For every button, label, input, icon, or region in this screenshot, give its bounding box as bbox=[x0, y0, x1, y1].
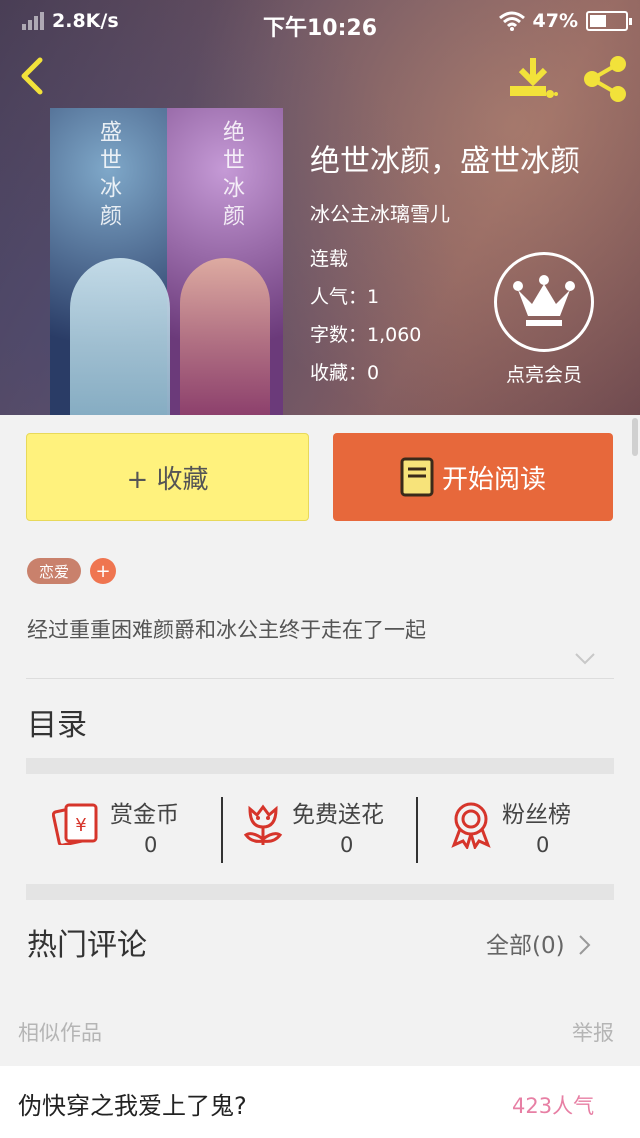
scrollbar[interactable] bbox=[632, 418, 638, 456]
book-header: 2.8K/s 下午10:26 47% 盛世冰颜 绝世冰颜 绝世冰颜，盛世冰颜 冰… bbox=[0, 0, 640, 415]
author-name[interactable]: 冰公主冰璃雪儿 bbox=[310, 198, 450, 227]
battery-percent: 47% bbox=[532, 10, 578, 32]
word-count: 字数：1,060 bbox=[310, 324, 422, 346]
stat-value: 0 bbox=[536, 833, 550, 857]
hot-comments-title: 热门评论 bbox=[27, 928, 147, 963]
wifi-icon bbox=[498, 11, 525, 31]
stat-name: 免费送花 bbox=[292, 802, 384, 828]
genre-tag[interactable]: 恋爱 bbox=[27, 558, 81, 584]
table-of-contents[interactable]: 目录 bbox=[27, 700, 87, 744]
download-icon[interactable] bbox=[508, 56, 558, 100]
divider bbox=[416, 797, 418, 863]
stat-value: 0 bbox=[340, 833, 354, 857]
share-icon[interactable] bbox=[580, 54, 630, 104]
favorite-count: 收藏：0 bbox=[310, 362, 380, 384]
divider bbox=[221, 797, 223, 863]
all-comments-link[interactable]: 全部(0) bbox=[486, 926, 592, 960]
send-flowers[interactable]: 免费送花 0 bbox=[240, 795, 415, 865]
similar-book-title: 伪快穿之我爱上了鬼? bbox=[18, 1092, 247, 1120]
similar-works-title: 相似作品 bbox=[18, 1021, 102, 1045]
popularity: 人气：1 bbox=[310, 286, 380, 308]
book-cover: 盛世冰颜 绝世冰颜 bbox=[50, 108, 283, 415]
cover-text-left: 盛世冰颜 bbox=[96, 120, 121, 232]
list-item[interactable]: 伪快穿之我爱上了鬼? 423人气 bbox=[0, 1066, 640, 1138]
crown-icon bbox=[513, 275, 575, 326]
book-status: 连载 bbox=[310, 248, 349, 270]
medal-icon bbox=[451, 802, 491, 849]
add-tag-button[interactable]: + bbox=[90, 558, 116, 584]
vip-label: 点亮会员 bbox=[505, 364, 582, 386]
divider bbox=[26, 678, 614, 679]
stat-name: 粉丝榜 bbox=[502, 802, 571, 828]
book-title: 绝世冰颜，盛世冰颜 bbox=[310, 144, 580, 179]
start-reading-button[interactable]: 开始阅读 bbox=[333, 433, 613, 521]
section-separator bbox=[26, 758, 614, 774]
back-arrow-icon[interactable] bbox=[14, 56, 54, 96]
chevron-right-icon bbox=[579, 935, 591, 955]
cover-text-right: 绝世冰颜 bbox=[219, 120, 244, 232]
book-description: 经过重重困难颜爵和冰公主终于走在了一起 bbox=[27, 618, 426, 642]
report-link[interactable]: 举报 bbox=[572, 1017, 614, 1047]
fan-ranking[interactable]: 粉丝榜 0 bbox=[450, 795, 620, 865]
reward-coins[interactable]: ¥ 赏金币 0 bbox=[52, 795, 222, 865]
similar-book-popularity: 423人气 bbox=[512, 1094, 595, 1118]
chevron-down-icon[interactable] bbox=[574, 652, 596, 666]
section-separator bbox=[26, 884, 614, 900]
book-icon bbox=[400, 457, 434, 497]
favorite-button[interactable]: + 收藏 bbox=[26, 433, 309, 521]
battery-icon bbox=[586, 11, 632, 31]
status-bar: 2.8K/s 下午10:26 47% bbox=[0, 0, 640, 44]
flower-icon bbox=[243, 804, 283, 845]
vip-button[interactable]: 点亮会员 bbox=[492, 252, 596, 390]
stat-name: 赏金币 bbox=[110, 802, 179, 828]
stat-value: 0 bbox=[144, 833, 158, 857]
all-comments-label: 全部(0) bbox=[486, 933, 565, 959]
start-reading-label: 开始阅读 bbox=[441, 464, 546, 495]
svg-text:¥: ¥ bbox=[75, 815, 86, 836]
red-envelope-icon: ¥ bbox=[52, 803, 98, 845]
